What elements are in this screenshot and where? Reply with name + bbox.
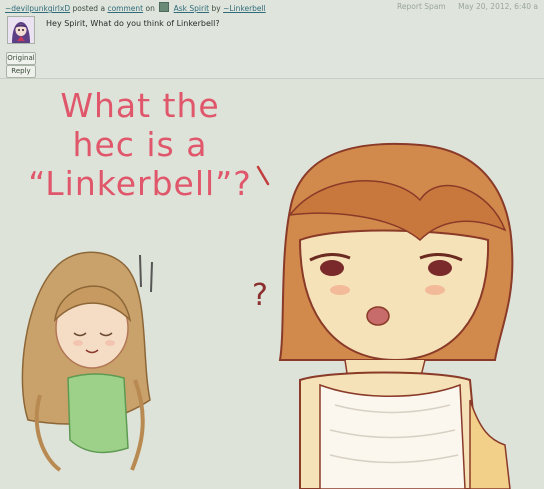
small-character: [21, 251, 153, 472]
avatar-icon: [8, 17, 34, 43]
large-character: [278, 142, 514, 489]
artwork: ?: [21, 142, 514, 489]
question-mark: ?: [252, 278, 268, 313]
avatar[interactable]: [7, 16, 35, 44]
emphasis-mark: [256, 165, 270, 186]
comment-link[interactable]: comment: [107, 4, 143, 13]
comment-bar: ~devilpunkgirlxD posted a comment on Ask…: [0, 0, 544, 79]
by-text: by: [211, 4, 221, 13]
meta-right: Report Spam May 20, 2012, 6:40 a: [397, 2, 538, 11]
artist-link[interactable]: ~Linkerbell: [223, 4, 266, 13]
posted-text: posted a: [72, 4, 106, 13]
author-link[interactable]: ~devilpunkgirlxD: [5, 4, 70, 13]
deviation-link[interactable]: Ask Spirit: [174, 4, 209, 13]
comment-meta: ~devilpunkgirlxD posted a comment on Ask…: [5, 2, 544, 14]
deviation-thumb-icon: [159, 2, 170, 12]
report-spam-link[interactable]: Report Spam: [397, 2, 446, 11]
original-button[interactable]: Original: [6, 52, 36, 65]
comment-body: Hey Spirit, What do you think of Linkerb…: [46, 19, 220, 28]
reply-button[interactable]: Reply: [6, 65, 36, 78]
on-text: on: [145, 4, 155, 13]
comment-date: May 20, 2012, 6:40 a: [458, 2, 538, 11]
